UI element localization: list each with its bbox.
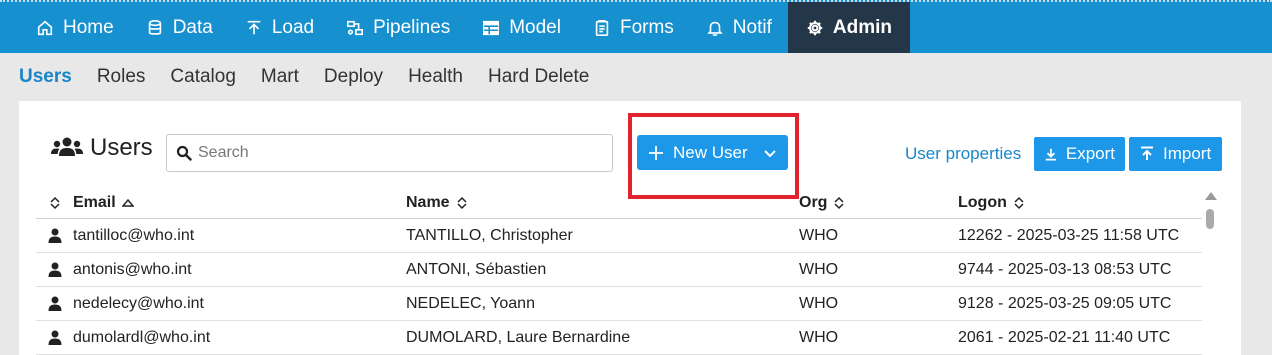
- upload-icon: [1141, 146, 1153, 160]
- nav-home-label: Home: [63, 16, 114, 38]
- top-navigation: Home Data Load Pipelines Model Forms Not…: [0, 0, 1272, 53]
- person-icon: [48, 330, 61, 345]
- nav-admin[interactable]: Admin: [787, 2, 910, 53]
- clipboard-icon: [595, 19, 609, 36]
- sort-icon: [834, 196, 844, 210]
- table-header: Email Name Org Logon: [36, 188, 1202, 219]
- cell-org: WHO: [799, 328, 839, 346]
- cell-name: ANTONI, Sébastien: [406, 260, 547, 278]
- user-properties-link[interactable]: User properties: [905, 144, 1021, 164]
- highlight-box: [628, 113, 799, 199]
- admin-subnavigation: Users Roles Catalog Mart Deploy Health H…: [0, 53, 1272, 101]
- nav-pipelines[interactable]: Pipelines: [330, 2, 466, 53]
- sort-icon: [457, 196, 467, 210]
- table-icon: [483, 20, 500, 35]
- cell-logon: 2061 - 2025-02-21 11:40 UTC: [958, 328, 1171, 346]
- nav-data-label: Data: [172, 16, 213, 38]
- table-row[interactable]: tantilloc@who.int TANTILLO, Christopher …: [36, 219, 1202, 253]
- nav-forms-label: Forms: [619, 16, 674, 38]
- column-header-org-label: Org: [799, 194, 828, 211]
- cell-email: dumolardl@who.int: [73, 328, 211, 346]
- subnav-catalog[interactable]: Catalog: [170, 66, 236, 88]
- nav-load[interactable]: Load: [229, 2, 330, 53]
- cell-email: tantilloc@who.int: [73, 226, 195, 244]
- cell-email: nedelecy@who.int: [73, 294, 204, 312]
- column-header-name[interactable]: Name: [406, 194, 799, 212]
- subnav-health[interactable]: Health: [408, 66, 463, 88]
- scrollbar-thumb[interactable]: [1206, 209, 1214, 229]
- export-button[interactable]: Export: [1034, 137, 1125, 171]
- sort-icon: [49, 196, 60, 210]
- cell-logon: 9128 - 2025-03-25 09:05 UTC: [958, 294, 1172, 312]
- users-panel: Users New User User properties Export Im…: [19, 101, 1241, 355]
- page-title: Users: [51, 134, 153, 162]
- nav-pipelines-label: Pipelines: [373, 16, 451, 38]
- search-icon: [176, 145, 192, 161]
- subnav-users[interactable]: Users: [19, 66, 72, 88]
- nav-notif-label: Notif: [732, 16, 772, 38]
- cell-org: WHO: [799, 226, 839, 244]
- nav-home[interactable]: Home: [0, 2, 130, 53]
- download-icon: [1045, 148, 1057, 161]
- cell-org: WHO: [799, 260, 839, 278]
- cell-logon: 12262 - 2025-03-25 11:58 UTC: [958, 226, 1180, 244]
- export-label: Export: [1065, 144, 1115, 163]
- nav-model[interactable]: Model: [466, 2, 577, 53]
- cell-logon: 9744 - 2025-03-13 08:53 UTC: [958, 260, 1172, 278]
- column-header-org[interactable]: Org: [799, 194, 958, 212]
- sort-ascending-icon: [121, 198, 134, 207]
- table-row[interactable]: nedelecy@who.int NEDELEC, Yoann WHO 9128…: [36, 287, 1202, 321]
- pipelines-icon: [347, 20, 364, 35]
- gear-icon: [807, 20, 823, 35]
- cell-org: WHO: [799, 294, 839, 312]
- person-icon: [48, 228, 61, 243]
- bell-icon: [706, 21, 723, 36]
- nav-data[interactable]: Data: [130, 2, 229, 53]
- cell-name: TANTILLO, Christopher: [406, 226, 573, 244]
- column-header-logon-label: Logon: [958, 194, 1007, 211]
- nav-forms[interactable]: Forms: [577, 2, 690, 53]
- nav-admin-label: Admin: [832, 16, 892, 38]
- search-input[interactable]: [198, 144, 598, 162]
- sort-icon: [1014, 196, 1024, 210]
- person-icon: [48, 296, 61, 311]
- table-scrollbar[interactable]: [1203, 192, 1217, 355]
- home-icon: [37, 20, 53, 35]
- subnav-hard-delete[interactable]: Hard Delete: [488, 66, 589, 88]
- import-button[interactable]: Import: [1129, 137, 1222, 171]
- users-table: Email Name Org Logon tantilloc@who.int T…: [36, 188, 1202, 355]
- upload-icon: [247, 20, 261, 34]
- cell-name: NEDELEC, Yoann: [406, 294, 535, 312]
- cell-name: DUMOLARD, Laure Bernardine: [406, 328, 631, 346]
- page-title-text: Users: [90, 134, 153, 161]
- select-all-sort[interactable]: [36, 196, 73, 210]
- subnav-roles[interactable]: Roles: [97, 66, 146, 88]
- scroll-up-arrow[interactable]: [1205, 192, 1217, 200]
- column-header-name-label: Name: [406, 194, 450, 211]
- column-header-email[interactable]: Email: [73, 194, 406, 212]
- nav-model-label: Model: [509, 16, 561, 38]
- table-row[interactable]: dumolardl@who.int DUMOLARD, Laure Bernar…: [36, 321, 1202, 355]
- nav-load-label: Load: [271, 16, 315, 38]
- table-row[interactable]: antonis@who.int ANTONI, Sébastien WHO 97…: [36, 253, 1202, 287]
- users-group-icon: [51, 137, 83, 156]
- person-icon: [48, 262, 61, 277]
- database-icon: [148, 19, 161, 35]
- subnav-mart[interactable]: Mart: [261, 66, 299, 88]
- column-header-email-label: Email: [73, 194, 116, 211]
- import-label: Import: [1163, 144, 1212, 163]
- subnav-deploy[interactable]: Deploy: [324, 66, 383, 88]
- nav-notif[interactable]: Notif: [690, 2, 788, 53]
- cell-email: antonis@who.int: [73, 260, 192, 278]
- search-box[interactable]: [166, 134, 613, 172]
- column-header-logon[interactable]: Logon: [958, 194, 1198, 212]
